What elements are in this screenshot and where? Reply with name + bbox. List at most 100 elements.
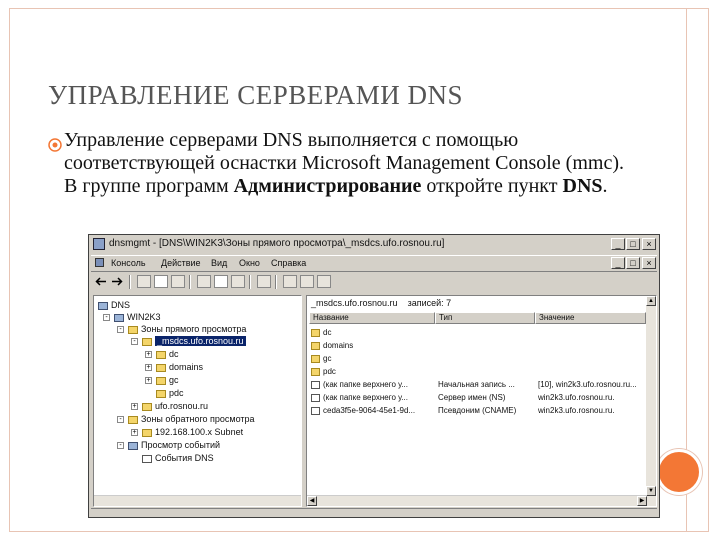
tree-label: Зоны прямого просмотра	[141, 324, 247, 334]
body-bold-dns: DNS	[562, 175, 603, 197]
details-pane[interactable]: _msdcs.ufo.rosnou.ru записей: 7 Название…	[306, 295, 657, 507]
details-horizontal-scrollbar[interactable]: ◀ ▶	[307, 495, 647, 506]
menu-console[interactable]: Консоль	[111, 258, 146, 268]
zone-icon	[142, 402, 152, 411]
toolbar-separator	[129, 275, 131, 289]
tree-node-win2k3[interactable]: WIN2K3	[114, 312, 161, 323]
inner-close-button[interactable]: ×	[642, 257, 656, 269]
back-arrow-icon[interactable]	[95, 276, 107, 287]
tree-label: События DNS	[155, 453, 214, 463]
new-mail-exchanger-icon[interactable]	[317, 275, 331, 288]
help-icon[interactable]	[231, 275, 245, 288]
console-tree-pane[interactable]: DNS - WIN2K3 - Зоны прямого просмотра - …	[93, 295, 302, 507]
list-item[interactable]: ceda3f5e-9064-45e1-9d... Псевдоним (CNAM…	[307, 405, 647, 416]
tree-horizontal-scrollbar[interactable]	[94, 495, 301, 506]
menu-bar: Консоль Действие Вид Окно Справка _ □ ×	[91, 255, 657, 272]
expand-toggle[interactable]: +	[131, 429, 138, 436]
menu-window[interactable]: Окно	[239, 258, 260, 268]
record-value: [10], win2k3.ufo.rosnou.ru...	[538, 380, 637, 389]
collapse-toggle[interactable]: -	[117, 326, 124, 333]
console-menu-icon[interactable]	[95, 258, 104, 267]
tree-node-gc[interactable]: gc	[156, 375, 179, 386]
new-alias-icon[interactable]	[300, 275, 314, 288]
export-list-icon[interactable]	[197, 275, 211, 288]
record-icon	[311, 380, 320, 389]
list-item[interactable]: pdc	[307, 366, 647, 377]
scroll-down-icon[interactable]: ▼	[646, 486, 656, 496]
tree-node-domains[interactable]: domains	[156, 362, 203, 373]
toolbar-separator	[189, 275, 191, 289]
tree-node-pdc[interactable]: pdc	[156, 388, 184, 399]
tree-label: Зоны обратного просмотра	[141, 414, 255, 424]
expand-toggle[interactable]: +	[145, 364, 152, 371]
folder-icon	[128, 325, 138, 334]
scroll-up-icon[interactable]: ▲	[646, 296, 656, 306]
tree-node-ufo-zone[interactable]: ufo.rosnou.ru	[142, 401, 208, 412]
dns-icon	[98, 301, 108, 310]
properties-icon[interactable]	[171, 275, 185, 288]
tree-node-subnet-zone[interactable]: 192.168.100.x Subnet	[142, 427, 243, 438]
close-button[interactable]: ×	[642, 238, 656, 250]
tree-node-reverse-zones[interactable]: Зоны обратного просмотра	[128, 414, 255, 425]
mmc-window: dnsmgmt - [DNS\WIN2K3\Зоны прямого просм…	[88, 234, 660, 518]
tree-node-msdcs-zone[interactable]: _msdcs.ufo.rosnou.ru	[142, 336, 246, 347]
menu-action[interactable]: Действие	[161, 258, 201, 268]
record-type: Начальная запись ...	[438, 380, 515, 389]
list-item[interactable]: (как папке верхнего у... Сервер имен (NS…	[307, 392, 647, 403]
folder-icon	[156, 363, 166, 372]
tree-label: DNS	[111, 300, 131, 310]
body-text-part: откройте пункт	[421, 175, 563, 197]
record-name: dc	[323, 328, 332, 337]
mmc-app-icon	[93, 238, 105, 250]
menu-view[interactable]: Вид	[211, 258, 227, 268]
scroll-left-icon[interactable]: ◀	[307, 496, 317, 506]
tree-label: 192.168.100.x Subnet	[155, 427, 244, 437]
column-header-name[interactable]: Название	[309, 312, 435, 324]
new-host-icon[interactable]	[283, 275, 297, 288]
minimize-button[interactable]: _	[611, 238, 625, 250]
tree-node-dc[interactable]: dc	[156, 349, 179, 360]
list-item[interactable]: dc	[307, 327, 647, 338]
tree-label: Просмотр событий	[141, 440, 221, 450]
folder-icon	[311, 328, 320, 337]
collapse-toggle[interactable]: -	[117, 416, 124, 423]
record-type: Псевдоним (CNAME)	[438, 406, 517, 415]
tree-node-dns[interactable]: DNS	[98, 300, 130, 311]
collapse-toggle[interactable]: -	[103, 314, 110, 321]
expand-toggle[interactable]: +	[145, 377, 152, 384]
forward-arrow-icon[interactable]	[111, 276, 123, 287]
expand-toggle[interactable]: +	[145, 351, 152, 358]
tree-node-dns-events[interactable]: События DNS	[142, 453, 214, 464]
record-type: Сервер имен (NS)	[438, 393, 506, 402]
list-item[interactable]: domains	[307, 340, 647, 351]
collapse-toggle[interactable]: -	[131, 338, 138, 345]
inner-minimize-button[interactable]: _	[611, 257, 625, 269]
tree-node-forward-zones[interactable]: Зоны прямого просмотра	[128, 324, 246, 335]
show-hide-tree-icon[interactable]	[154, 275, 168, 288]
folder-icon	[156, 389, 166, 398]
record-name: gc	[323, 354, 332, 363]
menu-help[interactable]: Справка	[271, 258, 306, 268]
up-level-icon[interactable]	[137, 275, 151, 288]
list-item[interactable]: (как папке верхнего у... Начальная запис…	[307, 379, 647, 390]
details-vertical-scrollbar[interactable]: ▲ ▼	[646, 296, 656, 506]
folder-icon	[311, 367, 320, 376]
new-record-icon[interactable]	[257, 275, 271, 288]
zone-icon	[142, 428, 152, 437]
record-name: domains	[323, 341, 354, 350]
expand-toggle[interactable]: +	[131, 403, 138, 410]
window-title: dnsmgmt - [DNS\WIN2K3\Зоны прямого просм…	[109, 238, 445, 249]
column-header-type[interactable]: Тип	[435, 312, 535, 324]
column-header-value[interactable]: Значение	[535, 312, 646, 324]
maximize-button[interactable]: □	[626, 238, 640, 250]
inner-restore-button[interactable]: □	[626, 257, 640, 269]
folder-icon	[311, 341, 320, 350]
list-item[interactable]: gc	[307, 353, 647, 364]
refresh-icon[interactable]	[214, 275, 228, 288]
scroll-right-icon[interactable]: ▶	[637, 496, 647, 506]
collapse-toggle[interactable]: -	[117, 442, 124, 449]
tree-node-event-viewer[interactable]: Просмотр событий	[128, 440, 220, 451]
window-titlebar[interactable]: dnsmgmt - [DNS\WIN2K3\Зоны прямого просм…	[91, 237, 657, 252]
body-text-part: .	[602, 175, 608, 197]
events-icon	[128, 441, 138, 450]
